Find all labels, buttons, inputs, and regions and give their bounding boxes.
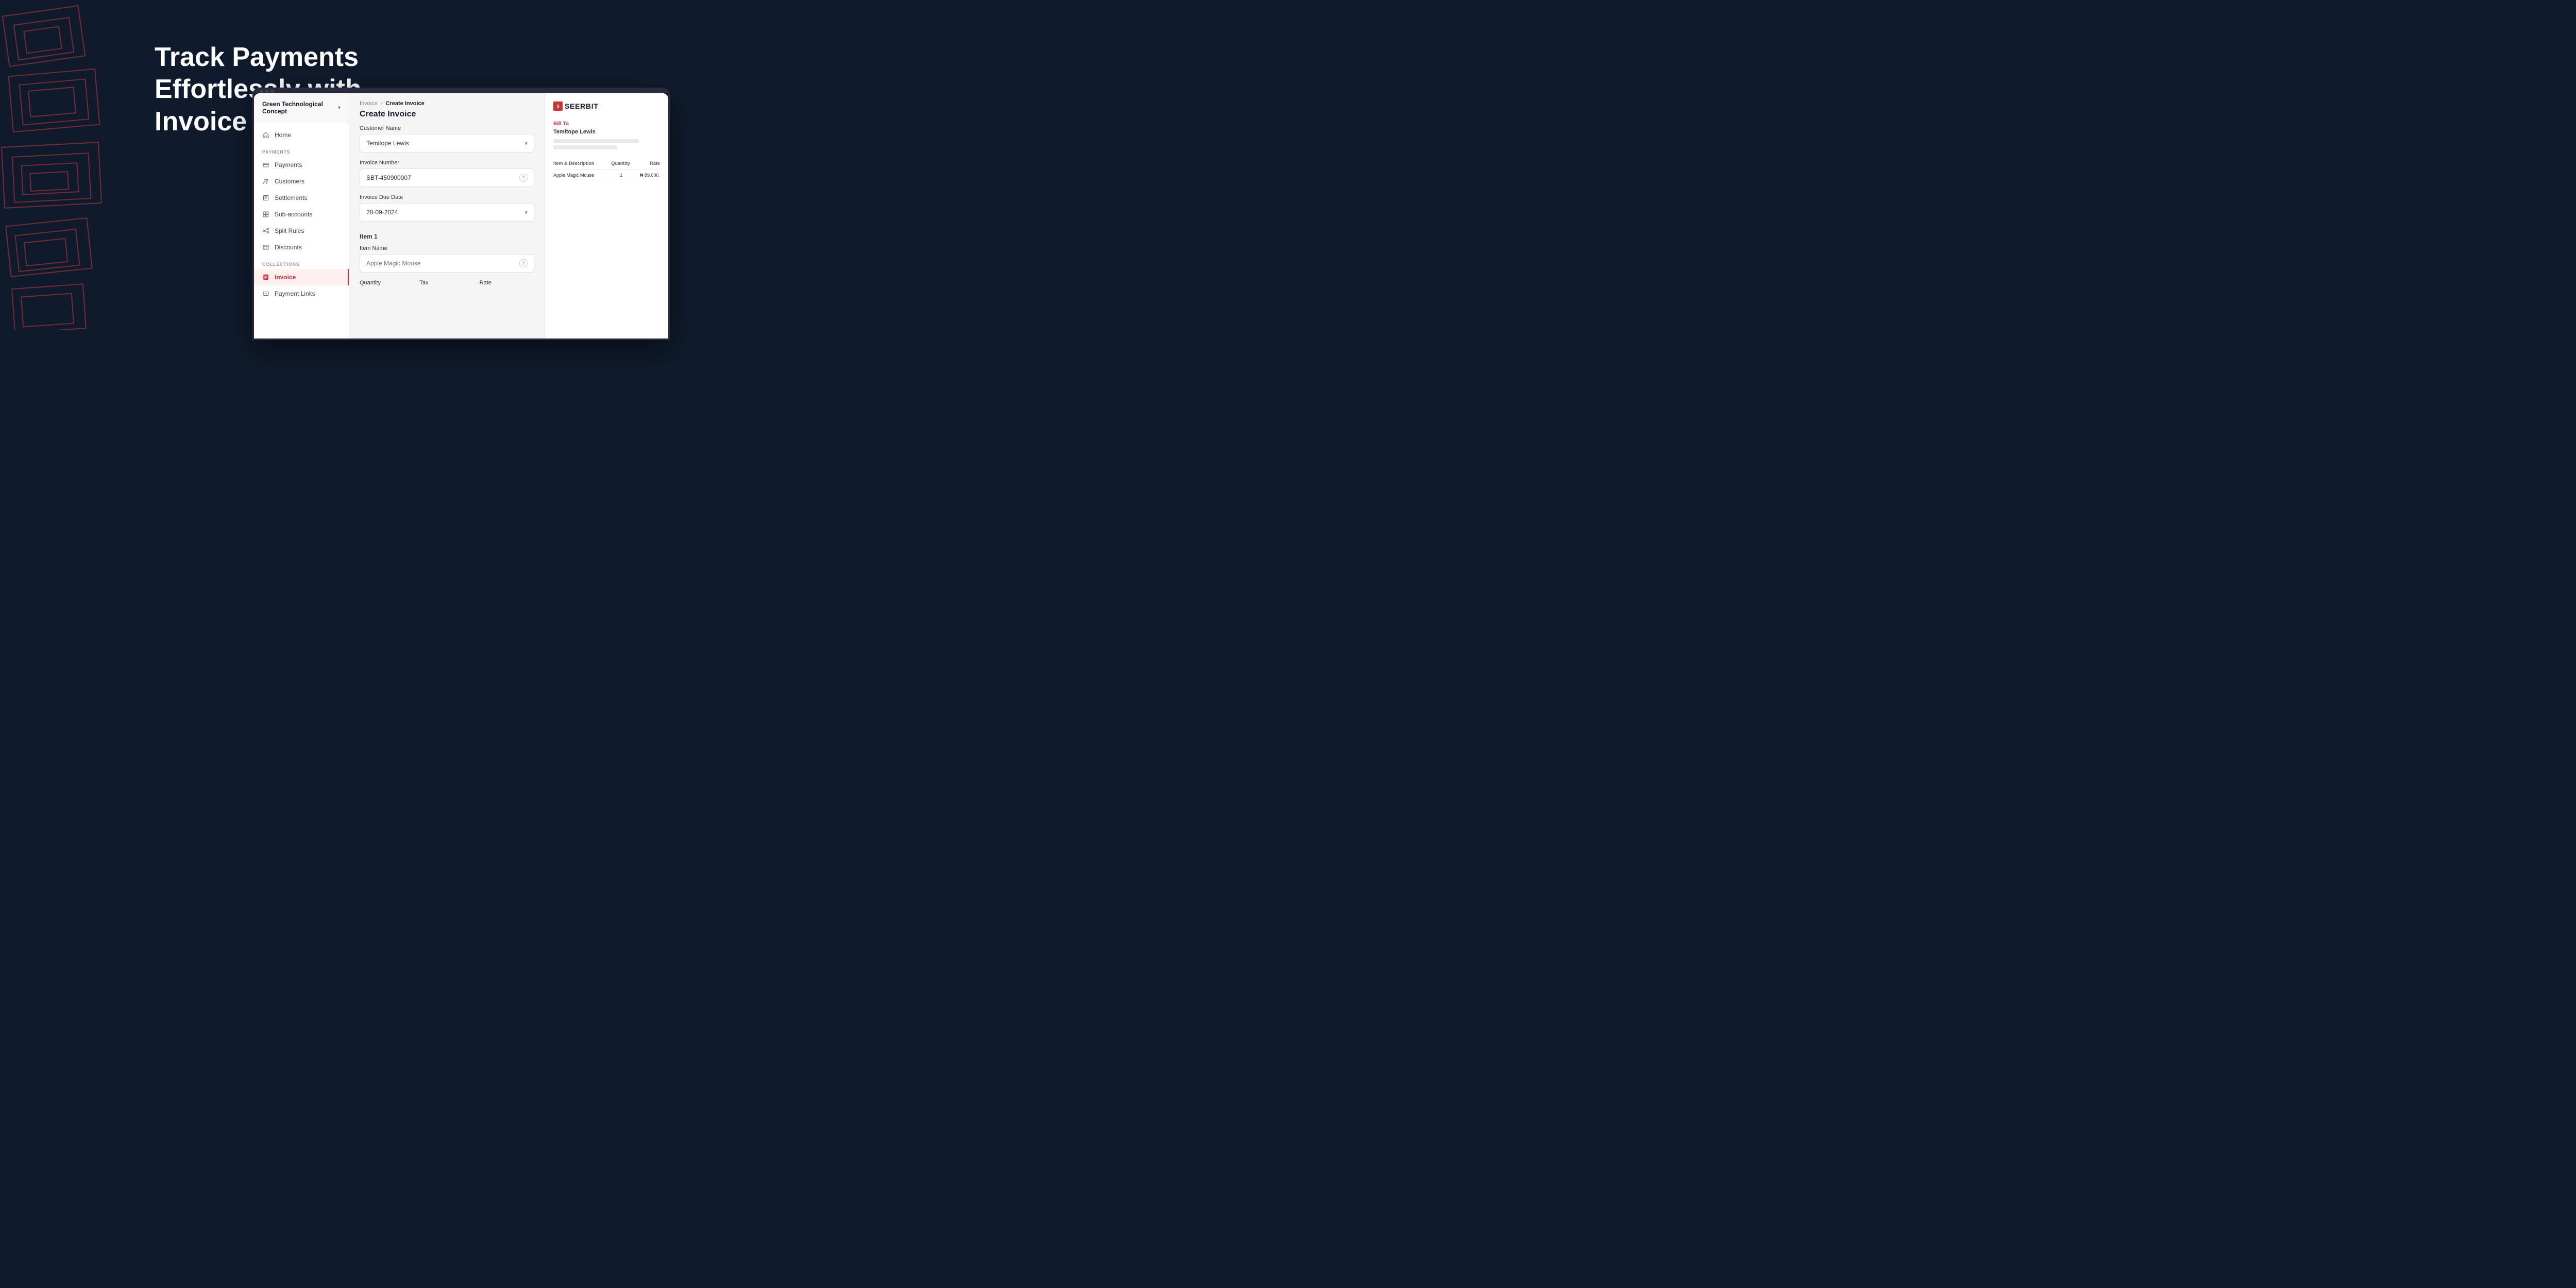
row-item-name: Apple Magic Mouse [553, 173, 612, 178]
payments-icon [262, 161, 269, 168]
sidebar-item-payment-links-label: Payment Links [275, 290, 315, 297]
invoice-preview-panel: S SEERBIT Bill To Temitope Lewis Item & … [545, 93, 668, 340]
item-name-label: Item Name [360, 245, 534, 251]
seerbit-brand-text: SEERBIT [565, 102, 599, 110]
sidebar-item-payment-links[interactable]: Payment Links [254, 285, 349, 302]
app-inner: Green Technological Concept ▾ Home PAYME… [254, 93, 668, 340]
chevron-down-icon: ▾ [524, 209, 528, 216]
split-rules-icon [262, 227, 269, 234]
help-icon[interactable]: ? [519, 259, 528, 267]
item-section-title: Item 1 [360, 229, 534, 245]
topbar-dot-2 [265, 90, 268, 93]
item-name-input[interactable] [366, 260, 519, 267]
bill-to-name: Temitope Lewis [553, 129, 660, 135]
sidebar-item-payments-label: Payments [275, 161, 302, 168]
sidebar-item-settlements-label: Settlements [275, 194, 307, 201]
breadcrumb-current: Create Invoice [386, 100, 425, 107]
sidebar-item-split-rules[interactable]: Split Rules [254, 223, 349, 239]
customer-name-field: Customer Name Temitope Lewis ▾ [360, 125, 534, 152]
payment-links-icon [262, 290, 269, 297]
col-header-rate: Rate [632, 161, 660, 166]
invoice-due-date-field: Invoice Due Date 28-09-2024 ▾ [360, 194, 534, 222]
payments-section-label: PAYMENTS [254, 143, 349, 157]
chevron-down-icon: ▾ [338, 105, 341, 111]
col-header-item: Item & Description [553, 161, 609, 166]
col-header-qty: Quantity [611, 161, 630, 166]
topbar-dot-3 [270, 90, 274, 93]
sidebar-brand: Green Technological Concept [262, 100, 334, 115]
customers-icon [262, 178, 269, 185]
main-content: Invoice › Create Invoice Create Invoice … [349, 93, 545, 340]
sidebar-item-settlements[interactable]: Settlements [254, 190, 349, 206]
invoice-due-date-label: Invoice Due Date [360, 194, 534, 200]
quantity-label: Quantity [360, 280, 414, 286]
customer-name-dropdown[interactable]: Temitope Lewis ▾ [360, 134, 534, 152]
row-item-qty: 1 [614, 173, 629, 178]
chevron-down-icon: ▾ [524, 140, 528, 147]
row-item-rate: ₦ 89,000. [631, 173, 660, 178]
invoice-items-table: Item & Description Quantity Rate Apple M… [553, 158, 660, 181]
item-name-field: Item Name ? [360, 245, 534, 273]
sidebar-item-home[interactable]: Home [254, 127, 349, 143]
app-mockup: Green Technological Concept ▾ Home PAYME… [252, 88, 670, 340]
sidebar-item-sub-accounts[interactable]: Sub-accounts [254, 206, 349, 223]
home-icon [262, 131, 269, 139]
seerbit-logo: S SEERBIT [553, 101, 660, 111]
create-invoice-form: Customer Name Temitope Lewis ▾ Invoice N… [349, 125, 545, 340]
tax-label: Tax [419, 280, 474, 286]
invoice-number-label: Invoice Number [360, 160, 534, 166]
sidebar-item-sub-accounts-label: Sub-accounts [275, 211, 312, 218]
invoice-due-date-dropdown[interactable]: 28-09-2024 ▾ [360, 203, 534, 222]
address-line-2 [553, 145, 617, 149]
customer-name-value: Temitope Lewis [366, 140, 409, 147]
item-name-input-wrapper: ? [360, 254, 534, 273]
sidebar-item-invoice[interactable]: Invoice [254, 269, 349, 285]
invoice-number-input[interactable] [366, 174, 519, 181]
invoice-due-date-value: 28-09-2024 [366, 209, 398, 216]
mockup-topbar [254, 89, 668, 93]
sidebar-item-payments[interactable]: Payments [254, 157, 349, 173]
help-icon[interactable]: ? [519, 174, 528, 182]
sidebar: Green Technological Concept ▾ Home PAYME… [254, 93, 349, 340]
breadcrumb-parent[interactable]: Invoice [360, 100, 378, 107]
settlements-icon [262, 194, 269, 201]
sidebar-item-invoice-label: Invoice [275, 274, 296, 281]
bill-to-label: Bill To [553, 121, 660, 127]
qty-tax-rate-row: Quantity Tax Rate [360, 280, 534, 286]
sidebar-item-home-label: Home [275, 131, 291, 139]
sidebar-item-customers-label: Customers [275, 178, 304, 185]
invoice-number-field: Invoice Number ? [360, 160, 534, 187]
invoice-table-header: Item & Description Quantity Rate [553, 158, 660, 170]
sidebar-item-discounts-label: Discounts [275, 244, 302, 251]
sidebar-item-split-rules-label: Split Rules [275, 227, 304, 234]
sidebar-navigation: Home PAYMENTS Payments [254, 123, 349, 340]
topbar-dot-1 [260, 90, 263, 93]
discounts-icon [262, 244, 269, 251]
sidebar-item-customers[interactable]: Customers [254, 173, 349, 190]
breadcrumb: Invoice › Create Invoice [349, 93, 545, 107]
seerbit-brand-icon: S [553, 101, 563, 111]
invoice-icon [262, 274, 269, 281]
address-line-1 [553, 139, 639, 143]
sidebar-item-discounts[interactable]: Discounts [254, 239, 349, 256]
customer-name-label: Customer Name [360, 125, 534, 131]
breadcrumb-separator: › [381, 100, 383, 107]
sub-accounts-icon [262, 211, 269, 218]
invoice-number-input-wrapper: ? [360, 168, 534, 187]
rate-label: Rate [480, 280, 534, 286]
table-row: Apple Magic Mouse 1 ₦ 89,000. [553, 170, 660, 181]
collections-section-label: COLLECTIONS [254, 256, 349, 269]
sidebar-header[interactable]: Green Technological Concept ▾ [254, 93, 349, 123]
page-title: Create Invoice [349, 107, 545, 125]
